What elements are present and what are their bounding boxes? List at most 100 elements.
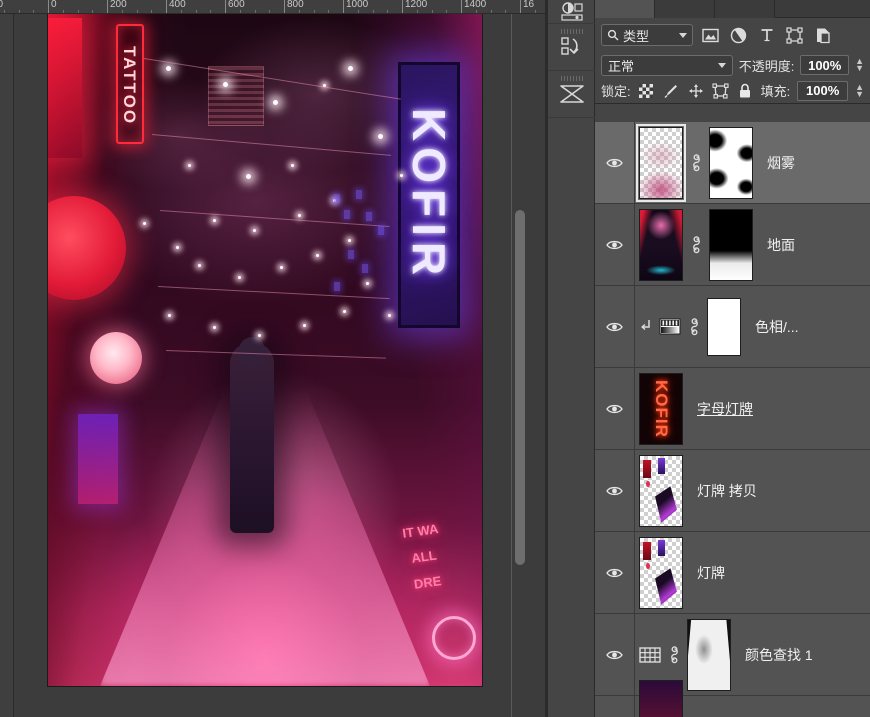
mask-link-icon[interactable] (687, 318, 701, 336)
vertical-ruler[interactable] (0, 14, 14, 717)
mask-link-icon[interactable] (689, 154, 703, 172)
move-arrows-icon (688, 83, 704, 99)
layer-visibility-toggle[interactable] (595, 532, 635, 613)
layer-thumbnail[interactable] (639, 127, 683, 199)
artwork-light-bulb (280, 266, 283, 269)
artwork-hooded-figure (230, 343, 274, 533)
artwork-light-bulb (258, 334, 261, 337)
link-icon (691, 154, 702, 172)
layer-visibility-toggle[interactable] (595, 450, 635, 531)
tab-channels[interactable] (655, 0, 715, 18)
layer-row[interactable]: 灯牌 (595, 532, 870, 614)
artwork-light-bulb (253, 229, 256, 232)
lock-row: 锁定: (595, 78, 870, 104)
layer-name[interactable]: 灯牌 拷贝 (697, 481, 757, 501)
layer-row[interactable]: 烟雾 (595, 122, 870, 204)
filter-pixel-layers-icon[interactable] (700, 25, 721, 46)
dock-grip[interactable] (561, 29, 583, 34)
mask-link-icon[interactable] (689, 236, 703, 254)
hue-saturation-icon (659, 318, 681, 335)
lock-all-button[interactable] (736, 82, 754, 100)
layer-list[interactable]: 烟雾地面色相/... KOFIR 字母灯牌灯牌 拷贝灯牌颜色查找 1 (595, 122, 870, 717)
lock-transparent-pixels-button[interactable] (638, 82, 656, 100)
filter-type-layers-icon[interactable] (756, 25, 777, 46)
layer-filter-type-dropdown[interactable]: 类型 (601, 24, 693, 46)
filter-smart-objects-icon[interactable] (812, 25, 833, 46)
opacity-input[interactable]: 100% (800, 55, 849, 75)
mask-link-icon[interactable] (667, 646, 681, 664)
artwork-tattoo-sign: TATTOO (116, 24, 144, 144)
layer-mask-thumbnail[interactable] (687, 619, 731, 691)
adjustment-type-icon[interactable] (639, 644, 661, 666)
dock-item-adjustments[interactable] (548, 0, 595, 24)
clipping-mask-icon (640, 318, 653, 332)
text-t-icon (759, 27, 775, 43)
layer-thumbnails: KOFIR (635, 373, 683, 445)
layer-thumbnails (635, 680, 683, 717)
color-lookup-icon (639, 646, 661, 664)
layer-row[interactable]: 色相/... (595, 286, 870, 368)
horizontal-ruler[interactable]: 00020040060080010001200140016 (0, 0, 548, 14)
mask-art (708, 299, 740, 355)
dock-item-actions[interactable] (548, 24, 595, 71)
opacity-stepper[interactable]: ▲▼ (855, 58, 864, 72)
canvas-scrollbar-thumb[interactable] (515, 210, 525, 565)
lock-position-button[interactable] (687, 82, 705, 100)
fill-stepper[interactable]: ▲▼ (855, 84, 864, 98)
layer-visibility-toggle[interactable] (595, 122, 635, 203)
layer-thumbnail[interactable] (639, 455, 683, 527)
layer-row[interactable] (595, 696, 870, 717)
chevron-down-icon[interactable] (718, 63, 726, 68)
layer-visibility-toggle[interactable] (595, 286, 635, 367)
artwork-window (334, 282, 340, 291)
artwork-light-bulb (143, 222, 146, 225)
layer-row[interactable]: KOFIR 字母灯牌 (595, 368, 870, 450)
layer-filter-type-label: 类型 (623, 26, 675, 45)
layer-name[interactable]: 烟雾 (767, 153, 795, 173)
fill-input[interactable]: 100% (797, 81, 848, 101)
layer-thumbnail[interactable] (639, 680, 683, 717)
layer-thumbnails (635, 537, 683, 609)
blend-mode-row: 正常 不透明度: 100% ▲▼ (595, 52, 870, 78)
canvas-vertical-scrollbar[interactable] (511, 14, 527, 717)
dock-item-liquify[interactable] (548, 71, 595, 118)
layer-name[interactable]: 颜色查找 1 (745, 645, 813, 665)
ruler-label: 200 (107, 0, 127, 10)
layer-name[interactable]: 灯牌 (697, 563, 725, 583)
layer-visibility-toggle[interactable] (595, 614, 635, 695)
filter-adjustment-layers-icon[interactable] (728, 25, 749, 46)
layer-name[interactable]: 地面 (767, 235, 795, 255)
panel-tab-strip[interactable] (595, 0, 870, 18)
tab-layers[interactable] (595, 0, 655, 18)
layer-thumbnail[interactable]: KOFIR (639, 373, 683, 445)
layer-row[interactable]: 地面 (595, 204, 870, 286)
artwork-window (334, 194, 340, 203)
layer-thumbnail[interactable] (639, 537, 683, 609)
layer-visibility-toggle[interactable] (595, 368, 635, 449)
lock-label: 锁定: (601, 81, 631, 100)
filter-shape-layers-icon[interactable] (784, 25, 805, 46)
layer-name[interactable]: 字母灯牌 (697, 399, 753, 419)
dock-grip[interactable] (561, 76, 583, 81)
chevron-down-icon[interactable] (679, 33, 687, 38)
layer-row[interactable]: 灯牌 拷贝 (595, 450, 870, 532)
canvas-viewport[interactable]: TATTOO KOFIR IT WA ALL DRE (14, 14, 548, 717)
adjustment-type-icon[interactable] (659, 316, 681, 338)
layer-visibility-toggle[interactable] (595, 204, 635, 285)
ruler-label: 600 (225, 0, 245, 10)
layer-mask-thumbnail[interactable] (709, 127, 753, 199)
lock-image-pixels-button[interactable] (662, 82, 680, 100)
layer-name[interactable]: 色相/... (755, 317, 799, 337)
lock-nesting-button[interactable] (711, 82, 729, 100)
document-area: 00020040060080010001200140016 TATTOO KOF… (0, 0, 548, 717)
layer-thumbnail[interactable] (639, 209, 683, 281)
tab-paths[interactable] (715, 0, 775, 18)
eye-icon (606, 649, 623, 661)
layer-mask-thumbnail[interactable] (707, 298, 741, 356)
layer-mask-thumbnail[interactable] (709, 209, 753, 281)
layer-visibility-toggle[interactable] (595, 696, 635, 717)
blend-mode-dropdown[interactable]: 正常 (601, 55, 733, 76)
artboard-image[interactable]: TATTOO KOFIR IT WA ALL DRE (48, 14, 482, 686)
artwork-light-bulb (316, 254, 319, 257)
mask-art (710, 210, 752, 280)
